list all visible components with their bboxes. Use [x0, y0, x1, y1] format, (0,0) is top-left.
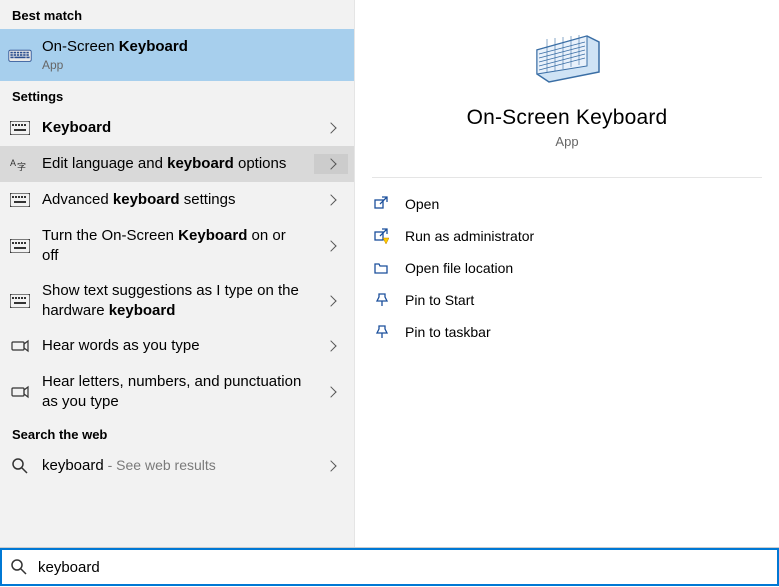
action-pin-to-taskbar[interactable]: Pin to taskbar	[367, 316, 767, 348]
chevron-right-icon	[325, 194, 336, 205]
chevron-right-icon	[325, 240, 336, 251]
search-icon	[8, 457, 32, 475]
keyboard-icon	[8, 121, 32, 135]
action-run-as-admin[interactable]: Run as administrator	[367, 220, 767, 252]
action-open-file-location[interactable]: Open file location	[367, 252, 767, 284]
section-search-web: Search the web	[0, 419, 354, 448]
setting-turn-osk[interactable]: Turn the On-Screen Keyboard on or off	[0, 218, 354, 273]
preview-pane: On-Screen Keyboard App Open Run as admin…	[355, 0, 779, 547]
chevron-right-icon	[325, 386, 336, 397]
chevron-right-icon	[325, 460, 336, 471]
item-label: Keyboard	[42, 118, 304, 138]
setting-advanced-keyboard[interactable]: Advanced keyboard settings	[0, 182, 354, 218]
setting-hear-words[interactable]: Hear words as you type	[0, 328, 354, 364]
best-match-label: On-Screen Keyboard App	[42, 37, 348, 73]
keyboard-icon	[8, 239, 32, 253]
best-match-item[interactable]: On-Screen Keyboard App	[0, 29, 354, 81]
keyboard-icon	[8, 294, 32, 308]
setting-text-suggestions[interactable]: Show text suggestions as I type on the h…	[0, 273, 354, 328]
item-label: keyboard - See web results	[42, 456, 304, 476]
setting-keyboard[interactable]: Keyboard	[0, 110, 354, 146]
action-label: Pin to taskbar	[405, 324, 491, 340]
results-list: Best match On-Screen Keyboard App Settin…	[0, 0, 355, 547]
narrator-icon	[8, 338, 32, 354]
item-label: Hear letters, numbers, and punctuation a…	[42, 372, 304, 411]
expand-button[interactable]	[314, 124, 348, 132]
chevron-right-icon	[325, 122, 336, 133]
osk-app-icon	[8, 45, 32, 65]
chevron-right-icon	[325, 295, 336, 306]
search-icon	[10, 558, 28, 576]
setting-edit-language[interactable]: A字 Edit language and keyboard options	[0, 146, 354, 182]
action-label: Run as administrator	[405, 228, 534, 244]
svg-text:A: A	[10, 158, 16, 168]
item-label: Advanced keyboard settings	[42, 190, 304, 210]
chevron-right-icon	[325, 340, 336, 351]
svg-text:字: 字	[17, 161, 26, 172]
expand-button[interactable]	[314, 242, 348, 250]
web-result[interactable]: keyboard - See web results	[0, 448, 354, 484]
pin-icon	[371, 324, 391, 340]
action-label: Open	[405, 196, 439, 212]
pin-icon	[371, 292, 391, 308]
section-best-match: Best match	[0, 0, 354, 29]
section-settings: Settings	[0, 81, 354, 110]
action-open[interactable]: Open	[367, 188, 767, 220]
admin-icon	[371, 228, 391, 244]
action-label: Open file location	[405, 260, 513, 276]
item-label: Show text suggestions as I type on the h…	[42, 281, 304, 320]
expand-button[interactable]	[314, 196, 348, 204]
expand-button[interactable]	[314, 388, 348, 396]
setting-hear-letters[interactable]: Hear letters, numbers, and punctuation a…	[0, 364, 354, 419]
expand-button[interactable]	[314, 342, 348, 350]
expand-button[interactable]	[314, 154, 348, 174]
preview-subtitle: App	[555, 134, 578, 149]
language-icon: A字	[8, 156, 32, 172]
keyboard-icon	[8, 193, 32, 207]
folder-icon	[371, 260, 391, 276]
preview-app-icon	[527, 24, 607, 86]
action-pin-to-start[interactable]: Pin to Start	[367, 284, 767, 316]
chevron-right-icon	[325, 158, 336, 169]
item-label: Edit language and keyboard options	[42, 154, 304, 174]
open-icon	[371, 196, 391, 212]
expand-button[interactable]	[314, 462, 348, 470]
divider	[372, 177, 762, 178]
search-bar[interactable]	[0, 548, 779, 586]
preview-title: On-Screen Keyboard	[467, 106, 668, 130]
search-input[interactable]	[38, 559, 777, 576]
item-label: Hear words as you type	[42, 336, 304, 356]
item-label: Turn the On-Screen Keyboard on or off	[42, 226, 304, 265]
expand-button[interactable]	[314, 297, 348, 305]
narrator-icon	[8, 384, 32, 400]
action-label: Pin to Start	[405, 292, 474, 308]
